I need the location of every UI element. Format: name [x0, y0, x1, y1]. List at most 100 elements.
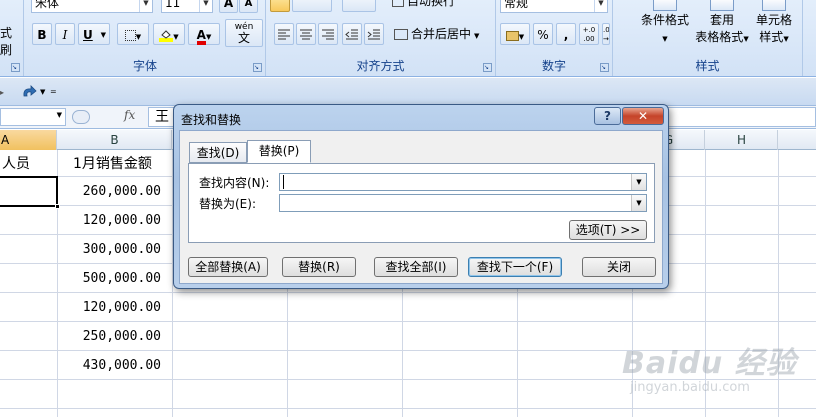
- percent-button[interactable]: %: [533, 23, 553, 45]
- formula-bar-grip[interactable]: [72, 110, 90, 124]
- font-color-button[interactable]: A▼: [188, 23, 220, 45]
- dialog-title: 查找和替换: [181, 113, 242, 127]
- shrink-font-button[interactable]: A: [239, 0, 258, 13]
- format-as-table-button[interactable]: 套用 表格格式▼: [691, 0, 753, 48]
- chevron-down-icon[interactable]: ▼: [519, 33, 524, 41]
- chevron-down-icon[interactable]: ▼: [206, 33, 211, 41]
- formula-value: 王: [155, 109, 169, 125]
- chevron-down-icon[interactable]: ▼: [662, 35, 667, 43]
- wrap-text-button[interactable]: 自动换行: [392, 0, 496, 10]
- comma-button[interactable]: ,: [556, 23, 576, 45]
- column-header-b[interactable]: B: [58, 130, 172, 150]
- decrease-indent-icon: [345, 29, 358, 40]
- find-all-button[interactable]: 查找全部(I): [374, 257, 458, 277]
- find-what-input[interactable]: ▼: [279, 173, 647, 191]
- find-replace-dialog: 查找和替换 ? ✕ 查找(D) 替换(P) 查找内容(N): ▼ 替换为(E):…: [173, 104, 669, 289]
- chevron-down-icon[interactable]: ▼: [173, 33, 178, 41]
- chevron-down-icon[interactable]: ▼: [743, 35, 748, 43]
- accounting-format-button[interactable]: ▼: [500, 23, 530, 45]
- replace-all-button[interactable]: 全部替换(A): [188, 257, 268, 277]
- decrease-indent-button[interactable]: [342, 23, 362, 45]
- chevron-down-icon[interactable]: ▼: [136, 33, 141, 41]
- decrease-decimal-button[interactable]: .00 →.0: [602, 23, 610, 45]
- chevron-down-icon[interactable]: ▼: [57, 111, 62, 119]
- cell-b3[interactable]: 120,000.00: [83, 213, 161, 228]
- cell-b4[interactable]: 300,000.00: [83, 242, 161, 257]
- cell-b7[interactable]: 250,000.00: [83, 329, 161, 344]
- customize-qat-icon[interactable]: =: [50, 87, 57, 96]
- align-center-button[interactable]: [296, 23, 316, 45]
- replace-with-label: 替换为(E):: [199, 197, 256, 211]
- format-painter-label[interactable]: 式刷: [0, 24, 23, 58]
- chevron-down-icon[interactable]: ▼: [199, 0, 212, 12]
- borders-button[interactable]: ▼: [117, 23, 149, 45]
- fill-handle[interactable]: [55, 204, 60, 209]
- merge-center-button[interactable]: 合并后居中 ▼: [394, 23, 494, 45]
- replace-button[interactable]: 替换(R): [282, 257, 356, 277]
- cell-b1[interactable]: 1月销售金额: [73, 153, 152, 173]
- borders-icon: [124, 30, 136, 41]
- align-top-button[interactable]: [270, 0, 290, 12]
- underline-button[interactable]: U ▼: [78, 23, 110, 45]
- increase-indent-button[interactable]: [364, 23, 384, 45]
- cell-a1[interactable]: 人员: [2, 153, 30, 173]
- column-header-i[interactable]: [779, 130, 816, 150]
- cell-styles-button[interactable]: 单元格 样式▼: [749, 0, 799, 48]
- clipboard-launcher-icon[interactable]: ↘: [11, 63, 20, 72]
- grow-font-button[interactable]: A: [219, 0, 238, 13]
- cell-b5[interactable]: 500,000.00: [83, 271, 161, 286]
- chevron-down-icon[interactable]: ▼: [631, 174, 646, 190]
- dialog-body: 查找(D) 替换(P) 查找内容(N): ▼ 替换为(E): ▼ 选项(T) >…: [179, 130, 663, 284]
- font-name-combo[interactable]: 宋体 ▼: [31, 0, 153, 13]
- conditional-format-button[interactable]: 条件格式 ▼: [635, 0, 695, 48]
- chevron-down-icon[interactable]: ▼: [101, 24, 106, 46]
- align-right-button[interactable]: [318, 23, 338, 45]
- alignment-group-label: 对齐方式: [356, 59, 405, 73]
- align-left-button[interactable]: [274, 23, 294, 45]
- chevron-down-icon[interactable]: ▼: [474, 32, 479, 40]
- chevron-down-icon[interactable]: ▼: [139, 0, 152, 12]
- redo-icon[interactable]: [20, 84, 38, 100]
- replace-with-input[interactable]: ▼: [279, 194, 647, 212]
- fill-color-button[interactable]: ▼: [153, 23, 185, 45]
- find-next-button[interactable]: 查找下一个(F): [468, 257, 562, 277]
- orientation-button[interactable]: [342, 0, 376, 12]
- font-group-label: 字体: [132, 59, 157, 73]
- bold-button[interactable]: B: [32, 23, 52, 45]
- cell-b6[interactable]: 120,000.00: [83, 300, 161, 315]
- cell-b2[interactable]: 260,000.00: [83, 184, 161, 199]
- qat-left-chevron-icon[interactable]: ▸: [0, 88, 4, 97]
- alignment-group: 自动换行 合并后居中 ▼ 对齐方式 ↘: [266, 0, 496, 76]
- active-cell-selection[interactable]: [0, 176, 58, 207]
- italic-button[interactable]: I: [55, 23, 75, 45]
- column-header-h[interactable]: H: [706, 130, 778, 150]
- chevron-down-icon[interactable]: ▼: [783, 35, 788, 43]
- options-button[interactable]: 选项(T) >>: [569, 220, 647, 240]
- font-size-combo[interactable]: 11 ▼: [161, 0, 213, 13]
- align-right-icon: [322, 29, 334, 40]
- align-middle-button[interactable]: [292, 0, 332, 12]
- font-launcher-icon[interactable]: ↘: [253, 63, 262, 72]
- ribbon: 式刷 ↘ 宋体 ▼ 11 ▼ A A B I U ▼ ▼ ▼ A▼ wén 文 字体: [0, 0, 816, 77]
- chevron-down-icon[interactable]: ▼: [631, 195, 646, 211]
- cell-b8[interactable]: 430,000.00: [83, 358, 161, 373]
- increase-decimal-button[interactable]: +.0 .00: [579, 23, 599, 45]
- close-button[interactable]: 关闭: [582, 257, 656, 277]
- close-icon[interactable]: ✕: [622, 107, 664, 125]
- increase-indent-icon: [367, 29, 380, 40]
- tab-replace[interactable]: 替换(P): [247, 140, 311, 163]
- number-format-combo[interactable]: 常规 ▼: [500, 0, 608, 13]
- chevron-down-icon[interactable]: ▼: [594, 0, 607, 12]
- name-box[interactable]: ▼: [0, 108, 66, 126]
- help-button[interactable]: ?: [594, 107, 621, 125]
- clipboard-group: 式刷 ↘: [0, 0, 24, 76]
- insert-function-icon[interactable]: fx: [124, 108, 135, 122]
- alignment-launcher-icon[interactable]: ↘: [483, 63, 492, 72]
- watermark-url: jingyan.baidu.com: [630, 380, 750, 395]
- tab-find[interactable]: 查找(D): [189, 142, 247, 163]
- number-launcher-icon[interactable]: ↘: [600, 63, 609, 72]
- redo-dropdown-icon[interactable]: ▼: [40, 88, 45, 96]
- phonetic-guide-button[interactable]: wén 文: [225, 19, 263, 47]
- column-header-a[interactable]: A: [0, 130, 57, 150]
- wrap-text-icon: [392, 0, 404, 7]
